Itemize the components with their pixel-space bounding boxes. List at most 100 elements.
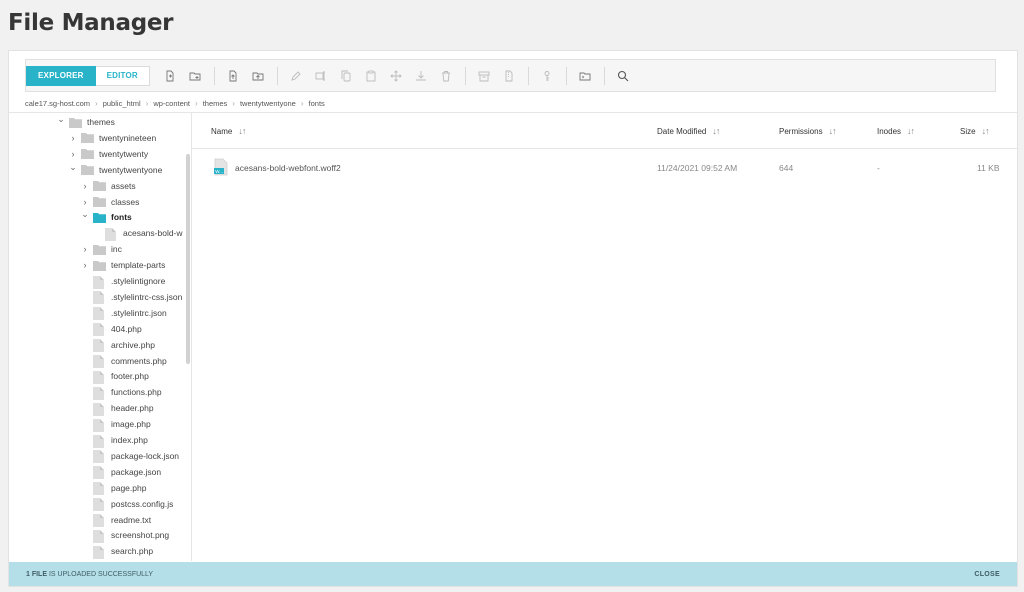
tree-file-item[interactable]: index.php	[80, 432, 148, 448]
tree-folder-item[interactable]: › inc	[80, 241, 122, 257]
tree-file-item[interactable]: search.php	[80, 543, 153, 559]
tree-file-item[interactable]: .stylelintrc-css.json	[80, 289, 182, 305]
sort-icon[interactable]: ↓↑	[238, 126, 246, 136]
table-row[interactable]: W... acesans-bold-webfont.woff2 11/24/20…	[192, 150, 1017, 184]
tree-folder-item[interactable]: › twentynineteen	[68, 130, 156, 146]
tree-file-item[interactable]: 404.php	[80, 321, 142, 337]
breadcrumb-separator-icon: ›	[195, 98, 198, 108]
move-icon[interactable]	[384, 63, 409, 88]
tree-file-item[interactable]: .stylelintrc.json	[80, 305, 167, 321]
delete-icon[interactable]	[434, 63, 459, 88]
tree-item-label: twentynineteen	[99, 132, 157, 143]
paste-icon[interactable]	[359, 63, 384, 88]
editor-button[interactable]: EDITOR	[95, 65, 150, 86]
chevron-right-icon[interactable]: ›	[68, 149, 78, 159]
file-name[interactable]: acesans-bold-webfont.woff2	[235, 163, 341, 173]
chevron-right-icon[interactable]: ›	[80, 197, 90, 207]
tree-file-item[interactable]: package-lock.json	[80, 448, 179, 464]
explorer-button[interactable]: EXPLORER	[26, 65, 96, 86]
column-header-date[interactable]: Date Modified ↓↑	[657, 126, 720, 136]
folder-icon	[81, 148, 94, 160]
tree-file-item[interactable]: postcss.config.js	[80, 496, 173, 512]
search-icon[interactable]	[611, 63, 636, 88]
tree-file-item[interactable]: functions.php	[80, 384, 162, 400]
column-header-inodes[interactable]: Inodes ↓↑	[877, 126, 915, 136]
download-icon[interactable]	[409, 63, 434, 88]
sort-icon[interactable]: ↓↑	[829, 126, 837, 136]
chevron-right-icon[interactable]: ›	[80, 181, 90, 191]
copy-icon[interactable]	[334, 63, 359, 88]
tree-folder-item[interactable]: ⌄ twentytwentyone	[68, 162, 162, 178]
upload-folder-icon[interactable]	[246, 63, 271, 88]
upload-file-icon[interactable]	[221, 63, 246, 88]
breadcrumb-item[interactable]: themes	[203, 99, 228, 108]
chevron-right-icon[interactable]: ›	[80, 244, 90, 254]
file-icon	[93, 275, 106, 289]
tree-item-label: themes	[87, 117, 115, 127]
archive-icon[interactable]	[472, 63, 497, 88]
tree-file-item[interactable]: comments.php	[80, 353, 167, 369]
edit-icon[interactable]	[284, 63, 309, 88]
breadcrumb-item[interactable]: cale17.sg-host.com	[25, 99, 90, 108]
tree-item-label: .stylelintignore	[111, 276, 166, 286]
column-header-permissions[interactable]: Permissions ↓↑	[779, 126, 837, 136]
column-header-size[interactable]: Size ↓↑	[960, 126, 990, 136]
chevron-right-icon[interactable]: ›	[68, 133, 78, 143]
breadcrumb-item[interactable]: public_html	[103, 99, 141, 108]
tree-file-item[interactable]: footer.php	[80, 368, 149, 384]
permissions-icon[interactable]	[535, 63, 560, 88]
tree-item-label: package-lock.json	[111, 450, 180, 461]
chevron-right-icon[interactable]: ›	[80, 260, 90, 270]
woff-file-icon: W...	[214, 158, 228, 181]
tree-item-label: footer.php	[111, 371, 149, 382]
tree-file-item[interactable]: screenshot.png	[80, 527, 169, 543]
tree-folder-item[interactable]: ⌄ themes	[56, 114, 115, 130]
tree-folder-item[interactable]: › classes	[80, 194, 139, 210]
sort-icon[interactable]: ↓↑	[907, 126, 915, 136]
new-folder-icon[interactable]	[183, 63, 208, 88]
breadcrumb-item[interactable]: twentytwentyone	[240, 99, 296, 108]
tree-item-label: comments.php	[111, 355, 167, 366]
tree-folder-item[interactable]: › assets	[80, 178, 136, 194]
rename-icon[interactable]	[309, 63, 334, 88]
open-folder-icon[interactable]	[573, 63, 598, 88]
breadcrumb: cale17.sg-host.com › public_html › wp-conten…	[25, 97, 325, 109]
chevron-down-icon[interactable]: ⌄	[68, 162, 78, 173]
file-icon	[93, 307, 106, 321]
file-icon	[93, 482, 106, 496]
sort-icon[interactable]: ↓↑	[982, 126, 990, 136]
tree-folder-item[interactable]: › template-parts	[80, 257, 165, 273]
toolbar-divider	[213, 66, 215, 85]
chevron-down-icon[interactable]: ⌄	[56, 114, 66, 125]
new-file-icon[interactable]	[158, 63, 183, 88]
tree-folder-item[interactable]: › twentytwenty	[68, 146, 148, 162]
tree-file-item[interactable]: image.php	[80, 416, 151, 432]
tree-file-item[interactable]: page.php	[80, 480, 146, 496]
breadcrumb-item[interactable]: wp-content	[153, 99, 190, 108]
tree-folder-item[interactable]: ⌄ fonts	[80, 209, 132, 225]
file-inodes: -	[877, 163, 880, 173]
breadcrumb-item[interactable]: fonts	[309, 99, 325, 108]
tree-file-item[interactable]: acesans-bold-w	[92, 225, 183, 241]
file-icon	[93, 529, 106, 543]
file-size: 11 KB	[977, 163, 1000, 173]
sort-icon[interactable]: ↓↑	[712, 126, 720, 136]
tree-file-item[interactable]: readme.txt	[80, 512, 151, 528]
tree-scrollbar[interactable]	[186, 154, 190, 364]
extract-icon[interactable]	[497, 63, 522, 88]
close-button[interactable]: CLOSE	[974, 571, 1000, 578]
tree-item-label: postcss.config.js	[111, 498, 174, 509]
file-date: 11/24/2021 09:52 AM	[657, 163, 738, 173]
folder-icon	[93, 180, 106, 192]
tree-file-item[interactable]: header.php	[80, 400, 154, 416]
tree-item-label: screenshot.png	[111, 530, 170, 541]
file-icon	[93, 514, 106, 527]
breadcrumb-separator-icon: ›	[95, 98, 98, 108]
tree-file-item[interactable]: archive.php	[80, 337, 155, 353]
column-header-name[interactable]: Name ↓↑	[211, 126, 246, 136]
tree-file-item[interactable]: .stylelintignore	[80, 273, 165, 289]
file-icon	[93, 466, 106, 480]
file-icon	[93, 339, 106, 353]
chevron-down-icon[interactable]: ⌄	[80, 209, 90, 220]
tree-file-item[interactable]: package.json	[80, 464, 161, 480]
